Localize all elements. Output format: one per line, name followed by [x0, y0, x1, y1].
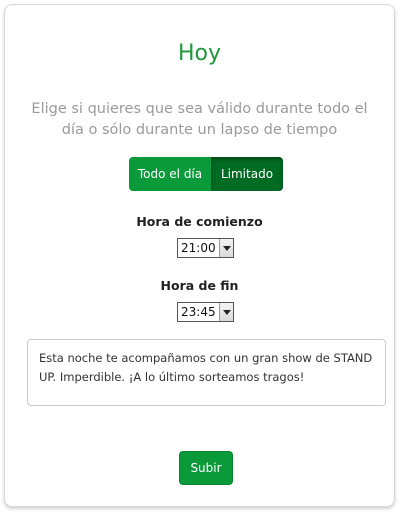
- submit-button[interactable]: Subir: [179, 451, 233, 485]
- end-time-label: Hora de fin: [160, 278, 239, 293]
- chevron-down-icon[interactable]: [219, 303, 233, 321]
- form-card: Hoy Elige si quieres que sea válido dura…: [4, 4, 395, 507]
- start-time-value: 21:00: [181, 241, 216, 255]
- start-time-label: Hora de comienzo: [136, 214, 263, 229]
- page-title: Hoy: [177, 41, 222, 66]
- all-day-button[interactable]: Todo el día: [129, 157, 211, 191]
- end-time-value: 23:45: [181, 305, 216, 319]
- message-textarea[interactable]: Esta noche te acompañamos con un gran sh…: [27, 339, 386, 406]
- instructions-text: Elige si quieres que sea válido durante …: [31, 101, 368, 138]
- start-time-select[interactable]: 21:00: [177, 238, 234, 258]
- limited-button[interactable]: Limitado: [211, 157, 283, 191]
- chevron-down-icon[interactable]: [219, 239, 233, 257]
- end-time-select[interactable]: 23:45: [177, 302, 234, 322]
- validity-toggle: Todo el día Limitado: [129, 157, 283, 191]
